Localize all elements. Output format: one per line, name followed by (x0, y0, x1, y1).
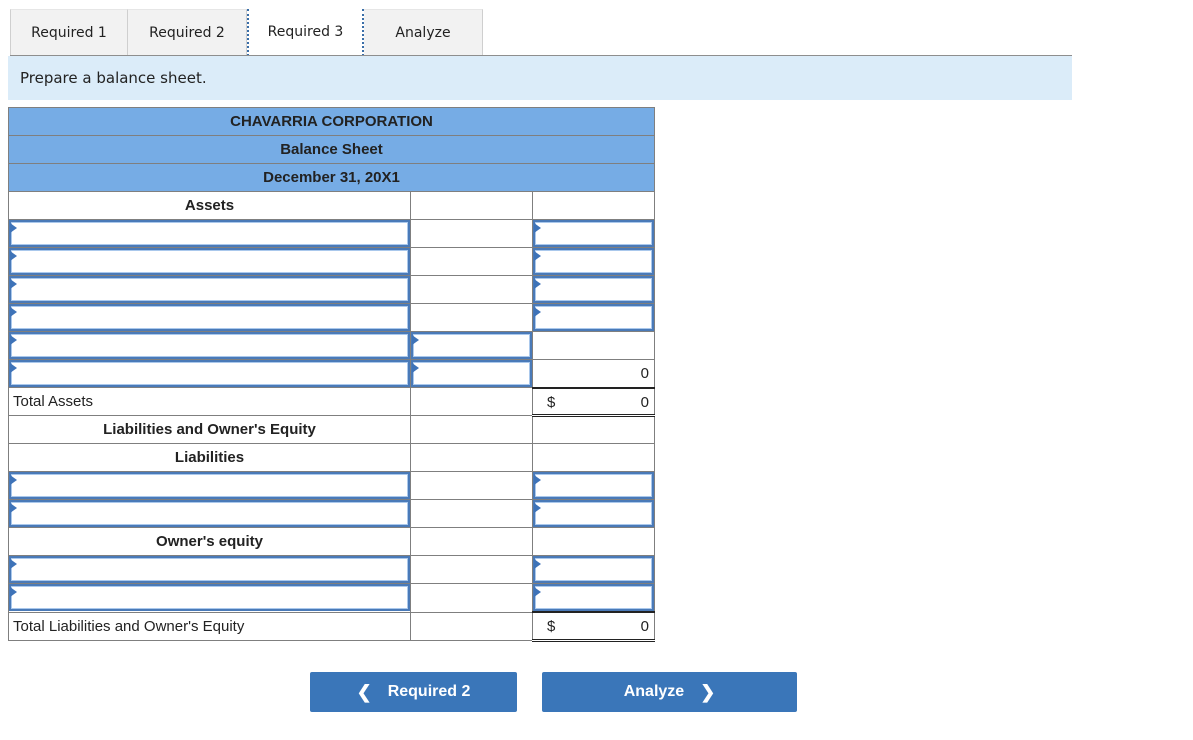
liability-row (8, 471, 655, 500)
asset-subamount-input[interactable] (411, 332, 532, 359)
statement-date: December 31, 20X1 (8, 163, 655, 192)
prev-required-2-button[interactable]: ❮ Required 2 (310, 672, 517, 712)
company-name: CHAVARRIA CORPORATION (8, 107, 655, 136)
asset-amount-input[interactable] (533, 304, 654, 331)
equity-row (8, 555, 655, 584)
chevron-left-icon: ❮ (356, 681, 372, 702)
dropdown-flag-icon (534, 587, 541, 597)
asset-subrow: 0 (8, 359, 655, 388)
dropdown-flag-icon (412, 363, 419, 373)
instruction-text: Prepare a balance sheet. (20, 69, 207, 87)
tab-bar: Required 1 Required 2 Required 3 Analyze (10, 9, 483, 56)
total-liab-equity-currency: $ (547, 618, 556, 635)
liability-amount-input[interactable] (533, 500, 654, 527)
dropdown-flag-icon (10, 363, 17, 373)
prev-button-label: Required 2 (387, 683, 471, 700)
equity-account-select[interactable] (9, 556, 410, 583)
asset-amount-input[interactable] (533, 220, 654, 247)
total-liab-equity-value: 0 (640, 618, 649, 635)
asset-account-select[interactable] (9, 220, 410, 247)
total-assets-value: 0 (640, 393, 649, 411)
asset-account-select[interactable] (9, 332, 410, 359)
equity-heading: Owner's equity (8, 527, 411, 556)
dropdown-flag-icon (10, 503, 17, 513)
equity-account-select[interactable] (9, 584, 410, 612)
dropdown-flag-icon (10, 251, 17, 261)
total-assets-label: Total Assets (8, 387, 411, 416)
liability-amount-input[interactable] (533, 472, 654, 499)
dropdown-flag-icon (534, 279, 541, 289)
liabilities-heading: Liabilities (8, 443, 411, 472)
liabilities-heading-row: Liabilities (8, 443, 655, 472)
asset-account-select[interactable] (9, 360, 410, 387)
balance-sheet-table: CHAVARRIA CORPORATION Balance Sheet Dece… (8, 107, 655, 642)
dropdown-flag-icon (10, 279, 17, 289)
next-button-label: Analyze (623, 683, 685, 700)
next-analyze-button[interactable]: Analyze ❯ (542, 672, 797, 712)
dropdown-flag-icon (534, 251, 541, 261)
asset-account-select[interactable] (9, 304, 410, 331)
dropdown-flag-icon (10, 587, 17, 598)
equity-amount-input[interactable] (533, 556, 654, 583)
liab-equity-heading: Liabilities and Owner's Equity (8, 415, 411, 444)
dropdown-flag-icon (10, 307, 17, 317)
total-liab-equity-row: Total Liabilities and Owner's Equity $ 0 (8, 611, 655, 642)
liab-equity-heading-row: Liabilities and Owner's Equity (8, 415, 655, 444)
total-assets-currency: $ (547, 393, 556, 411)
dropdown-flag-icon (10, 559, 17, 569)
asset-row (8, 219, 655, 248)
asset-row (8, 275, 655, 304)
dropdown-flag-icon (534, 307, 541, 317)
liability-account-select[interactable] (9, 472, 410, 499)
tab-required-3[interactable]: Required 3 (247, 9, 364, 56)
equity-row (8, 583, 655, 613)
equity-heading-row: Owner's equity (8, 527, 655, 556)
tab-required-2[interactable]: Required 2 (128, 9, 247, 55)
statement-title: Balance Sheet (8, 135, 655, 164)
asset-row (8, 303, 655, 332)
chevron-right-icon: ❯ (700, 681, 716, 702)
asset-subamount-input[interactable] (411, 360, 532, 387)
dropdown-flag-icon (412, 335, 419, 345)
asset-subrow (8, 331, 655, 360)
total-assets-row: Total Assets $ 0 (8, 386, 655, 417)
asset-amount-input[interactable] (533, 248, 654, 275)
assets-heading-row: Assets (8, 191, 655, 220)
assets-heading: Assets (8, 191, 411, 220)
asset-row (8, 247, 655, 276)
tab-required-1[interactable]: Required 1 (10, 9, 128, 55)
net-subtotal-value: 0 (532, 359, 655, 388)
dropdown-flag-icon (10, 475, 17, 485)
equity-amount-input[interactable] (533, 584, 654, 611)
asset-account-select[interactable] (9, 276, 410, 303)
dropdown-flag-icon (10, 223, 17, 233)
dropdown-flag-icon (534, 559, 541, 569)
total-liab-equity-label: Total Liabilities and Owner's Equity (8, 611, 411, 641)
dropdown-flag-icon (534, 475, 541, 485)
dropdown-flag-icon (534, 223, 541, 233)
asset-account-select[interactable] (9, 248, 410, 275)
liability-account-select[interactable] (9, 500, 410, 527)
dropdown-flag-icon (534, 503, 541, 513)
dropdown-flag-icon (10, 335, 17, 345)
asset-amount-input[interactable] (533, 276, 654, 303)
instruction-banner: Prepare a balance sheet. (8, 56, 1072, 100)
tab-analyze[interactable]: Analyze (364, 9, 483, 55)
liability-row (8, 499, 655, 528)
